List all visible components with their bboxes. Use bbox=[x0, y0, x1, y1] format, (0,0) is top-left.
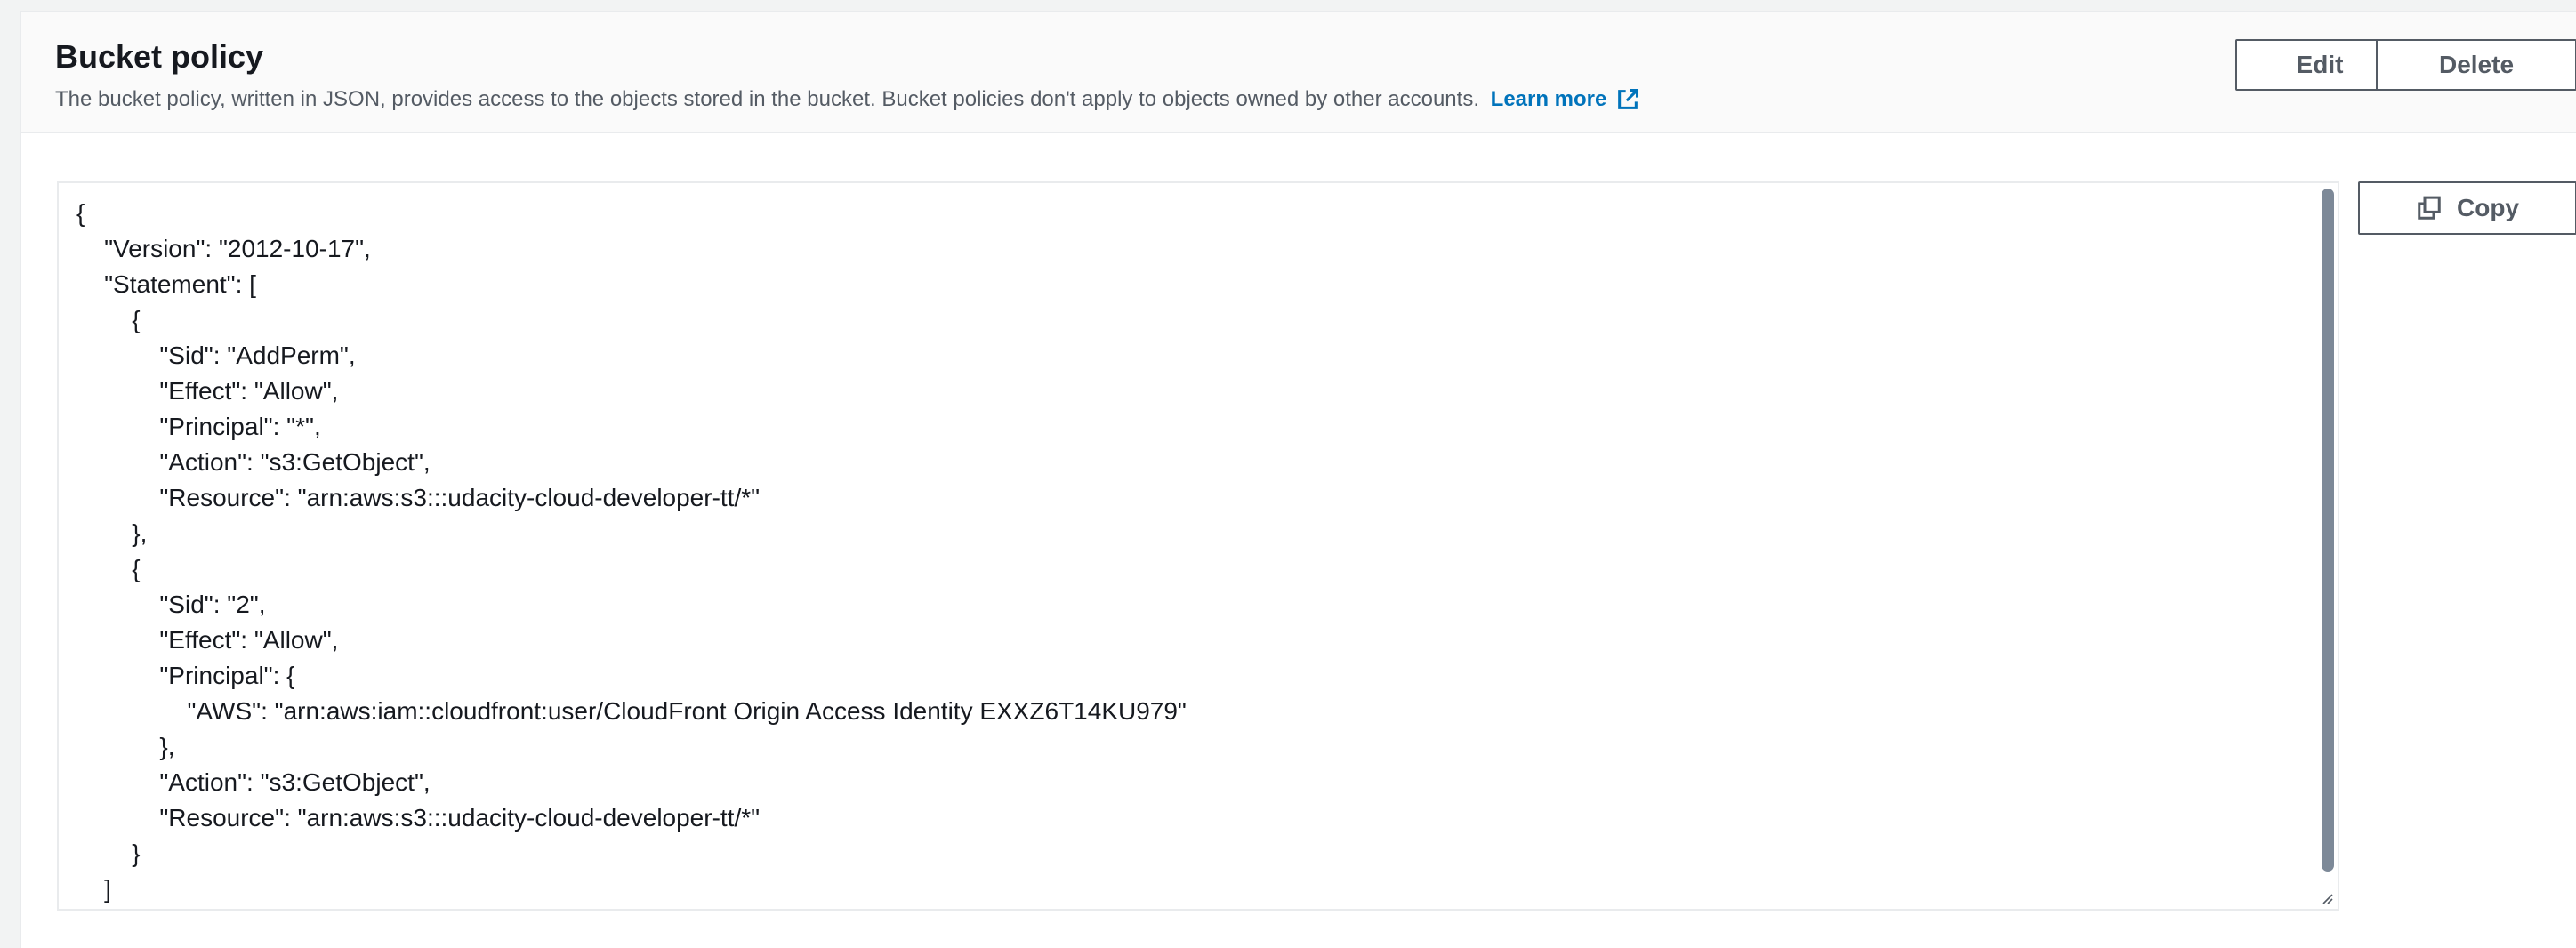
code-line: }, bbox=[76, 519, 148, 547]
code-line: "Principal": "*", bbox=[76, 413, 321, 440]
code-line: "Action": "s3:GetObject", bbox=[76, 448, 431, 476]
external-link-icon bbox=[1618, 88, 1639, 109]
policy-json-code[interactable]: { "Version": "2012-10-17", "Statement": … bbox=[59, 196, 1187, 907]
code-line: "Sid": "2", bbox=[76, 590, 266, 618]
description-text: The bucket policy, written in JSON, prov… bbox=[55, 87, 1479, 111]
learn-more-label: Learn more bbox=[1490, 87, 1607, 111]
editor-scrollbar[interactable] bbox=[2322, 189, 2334, 872]
code-line: "Version": "2012-10-17", bbox=[76, 235, 371, 262]
bucket-policy-panel: Bucket policy The bucket policy, written… bbox=[20, 11, 2576, 948]
policy-json-editor[interactable]: { "Version": "2012-10-17", "Statement": … bbox=[57, 181, 2339, 911]
panel-description: The bucket policy, written in JSON, prov… bbox=[55, 85, 1640, 114]
page: Bucket policy The bucket policy, written… bbox=[0, 0, 2576, 948]
code-line: "Statement": [ bbox=[76, 270, 256, 298]
resize-handle-icon[interactable] bbox=[2320, 891, 2334, 905]
panel-title: Bucket policy bbox=[55, 38, 264, 75]
copy-button-label: Copy bbox=[2457, 194, 2519, 221]
code-line: "Resource": "arn:aws:s3:::udacity-cloud-… bbox=[76, 804, 761, 832]
code-line: "Action": "s3:GetObject", bbox=[76, 768, 431, 796]
code-line: { bbox=[76, 199, 85, 227]
learn-more-link[interactable]: Learn more bbox=[1491, 85, 1641, 114]
code-line: { bbox=[76, 306, 141, 333]
code-line: } bbox=[76, 840, 141, 867]
copy-icon bbox=[2418, 196, 2441, 220]
code-line: "Effect": "Allow", bbox=[76, 377, 339, 405]
code-line: "Effect": "Allow", bbox=[76, 626, 339, 654]
code-line: "Sid": "AddPerm", bbox=[76, 341, 356, 369]
code-line: { bbox=[76, 555, 141, 582]
code-line: "Resource": "arn:aws:s3:::udacity-cloud-… bbox=[76, 484, 761, 511]
code-line: ] bbox=[76, 875, 111, 903]
copy-button[interactable]: Copy bbox=[2358, 181, 2576, 235]
editor-scrollbar-thumb[interactable] bbox=[2322, 189, 2334, 872]
code-line: "AWS": "arn:aws:iam::cloudfront:user/Clo… bbox=[76, 697, 1187, 725]
delete-button[interactable]: Delete bbox=[2376, 39, 2576, 91]
panel-header: Bucket policy The bucket policy, written… bbox=[21, 12, 2576, 133]
code-line: }, bbox=[76, 733, 175, 760]
code-line: "Principal": { bbox=[76, 662, 295, 689]
